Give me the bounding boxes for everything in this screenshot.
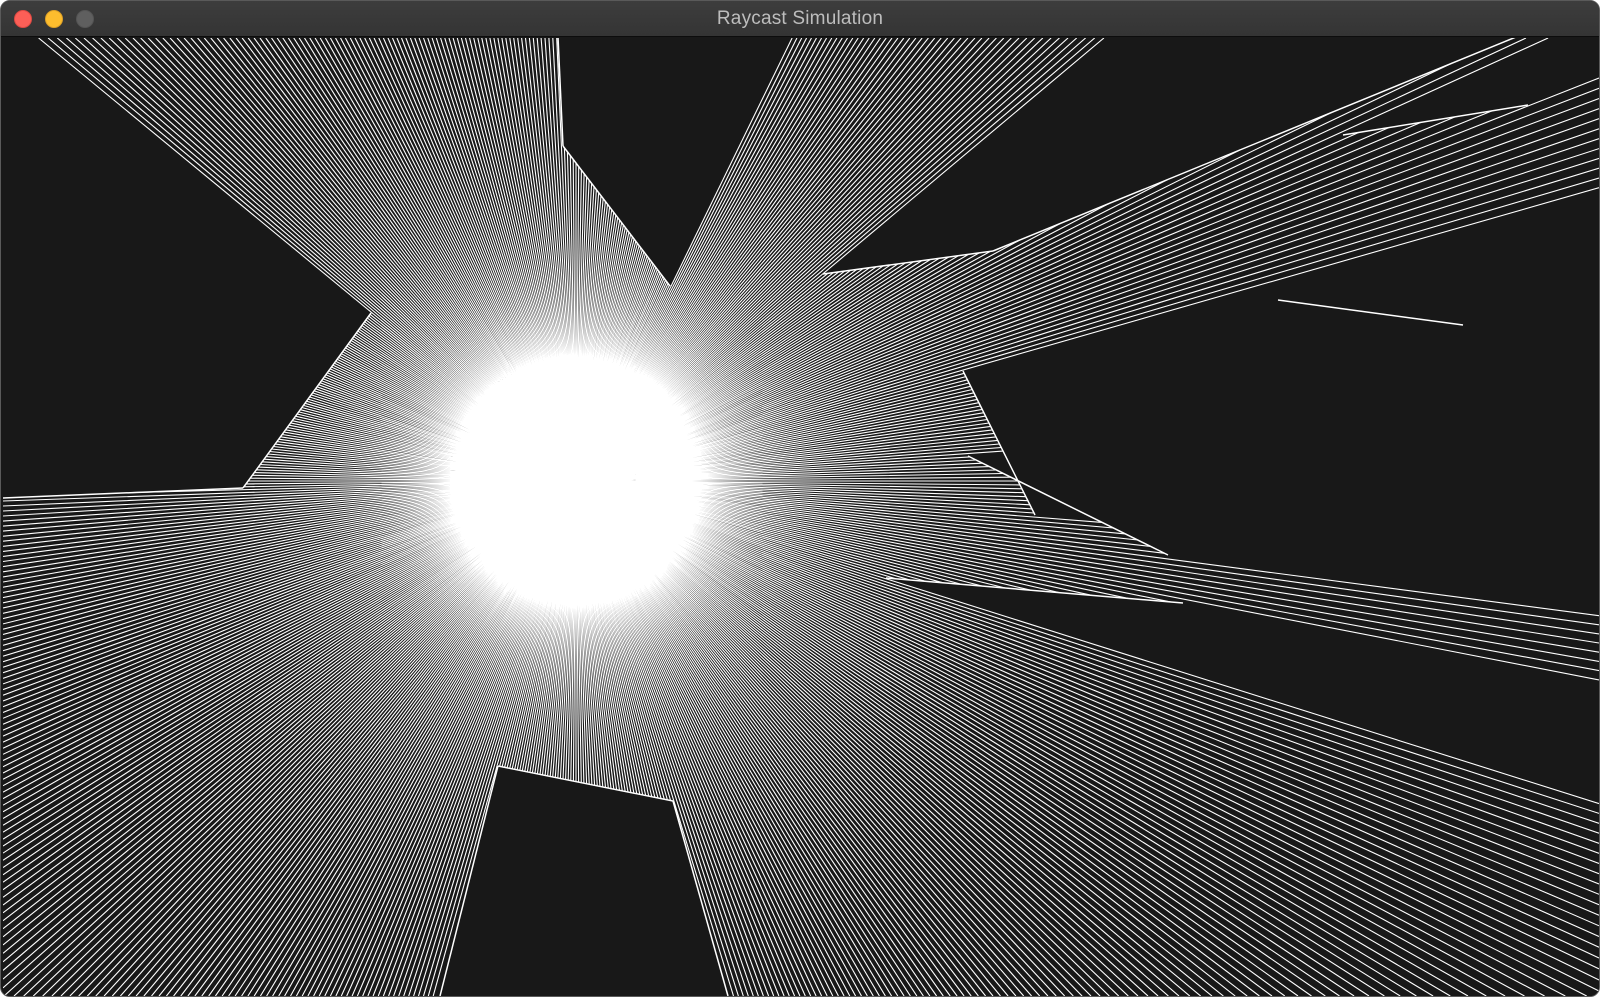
wall-segment [1277, 299, 1464, 326]
title-bar[interactable]: Raycast Simulation [1, 1, 1599, 37]
ray-lines [3, 38, 1599, 996]
app-window: Raycast Simulation [0, 0, 1600, 997]
wall-segment [822, 250, 994, 275]
wall-segment [497, 765, 674, 802]
raycast-scene [3, 38, 1599, 996]
wall-segment [1342, 104, 1529, 136]
ray-group [3, 38, 1599, 996]
light-source [574, 479, 578, 483]
window-title: Raycast Simulation [716, 8, 884, 29]
simulation-canvas[interactable] [3, 38, 1599, 996]
